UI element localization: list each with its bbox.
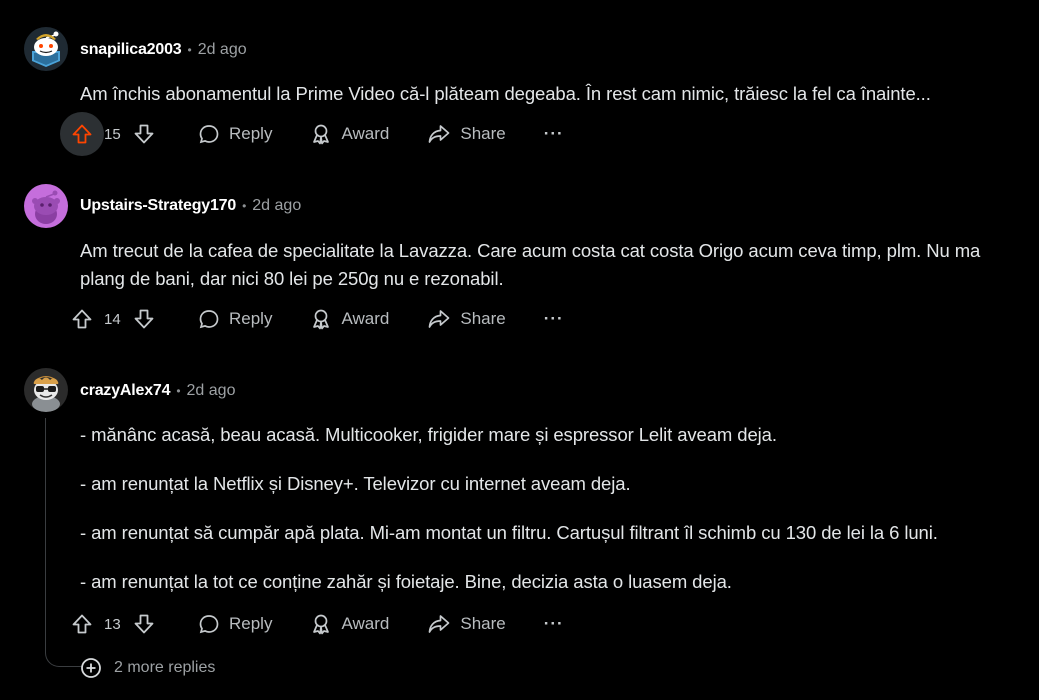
separator-dot: •	[242, 199, 247, 213]
share-label: Share	[460, 124, 506, 143]
comment-paragraph: - am renunțat să cumpăr apă plata. Mi-am…	[80, 522, 938, 543]
comment-header: crazyAlex74 • 2d ago	[80, 380, 235, 402]
more-replies-button[interactable]: 2 more replies	[80, 655, 215, 681]
comment-actions: 14 Reply Award Share ···	[68, 297, 564, 341]
reply-label: Reply	[229, 614, 273, 633]
more-options-button[interactable]: ···	[544, 124, 564, 144]
award-button[interactable]: Award	[310, 613, 389, 635]
share-button[interactable]: Share	[427, 308, 506, 330]
comment-paragraph: - mănânc acasă, beau acasă. Multicooker,…	[80, 424, 777, 445]
more-options-button[interactable]: ···	[544, 309, 564, 329]
downvote-button[interactable]	[122, 602, 166, 646]
username[interactable]: Upstairs-Strategy170	[80, 197, 236, 215]
award-label: Award	[341, 124, 390, 143]
comment-actions: 15 Reply Award Share ···	[60, 112, 564, 156]
avatar[interactable]	[24, 368, 68, 412]
share-button[interactable]: Share	[427, 123, 506, 145]
share-icon	[429, 615, 450, 633]
comment-body: - mănânc acasă, beau acasă. Multicooker,…	[80, 421, 1025, 596]
comment-paragraph: - am renunțat la Netflix și Disney+. Tel…	[80, 473, 631, 494]
upvote-button[interactable]	[60, 602, 104, 646]
upvote-button[interactable]	[60, 297, 104, 341]
vote-count: 15	[104, 125, 121, 143]
award-button[interactable]: Award	[310, 123, 389, 145]
award-icon	[313, 124, 330, 145]
avatar[interactable]	[24, 27, 68, 71]
downvote-button[interactable]	[122, 297, 166, 341]
share-label: Share	[460, 309, 506, 328]
downvote-icon	[134, 124, 154, 144]
share-icon	[429, 125, 450, 143]
downvote-button[interactable]	[122, 112, 166, 156]
award-icon	[313, 614, 330, 635]
reply-button[interactable]: Reply	[198, 613, 272, 635]
upvote-icon	[72, 614, 92, 634]
upvote-button[interactable]	[60, 112, 104, 156]
upvote-icon	[72, 309, 92, 329]
comment-actions: 13 Reply Award Share ···	[68, 602, 564, 646]
share-label: Share	[460, 614, 506, 633]
award-button[interactable]: Award	[310, 308, 389, 330]
comment-body: Am închis abonamentul la Prime Video că-…	[80, 80, 1025, 108]
reply-label: Reply	[229, 309, 273, 328]
comment-header: Upstairs-Strategy170 • 2d ago	[80, 195, 301, 217]
more-replies-label: 2 more replies	[114, 659, 216, 676]
add-circle-icon	[81, 658, 101, 678]
username[interactable]: snapilica2003	[80, 41, 182, 59]
separator-dot: •	[176, 384, 181, 398]
reply-button[interactable]: Reply	[198, 123, 272, 145]
upvote-icon	[72, 124, 92, 144]
reply-icon	[199, 125, 219, 144]
comment-text: Am închis abonamentul la Prime Video că-…	[80, 83, 931, 104]
downvote-icon	[134, 614, 154, 634]
separator-dot: •	[187, 43, 192, 57]
comment-paragraph: - am renunțat la tot ce conține zahăr și…	[80, 571, 732, 592]
reply-label: Reply	[229, 124, 273, 143]
share-button[interactable]: Share	[427, 613, 506, 635]
downvote-icon	[134, 309, 154, 329]
award-label: Award	[341, 614, 390, 633]
award-label: Award	[341, 309, 390, 328]
comment-body: Am trecut de la cafea de specialitate la…	[80, 237, 1025, 293]
avatar[interactable]	[24, 184, 68, 228]
timestamp[interactable]: 2d ago	[252, 197, 301, 215]
timestamp[interactable]: 2d ago	[187, 382, 236, 400]
username[interactable]: crazyAlex74	[80, 382, 171, 400]
award-icon	[313, 309, 330, 330]
reply-button[interactable]: Reply	[198, 308, 272, 330]
timestamp[interactable]: 2d ago	[198, 41, 247, 59]
more-options-button[interactable]: ···	[544, 614, 564, 634]
comment-header: snapilica2003 • 2d ago	[80, 39, 247, 61]
comment-text: Am trecut de la cafea de specialitate la…	[80, 240, 981, 289]
reply-icon	[199, 310, 219, 329]
reply-icon	[199, 615, 219, 634]
vote-count: 13	[104, 615, 121, 633]
vote-count: 14	[104, 310, 121, 328]
share-icon	[429, 310, 450, 328]
